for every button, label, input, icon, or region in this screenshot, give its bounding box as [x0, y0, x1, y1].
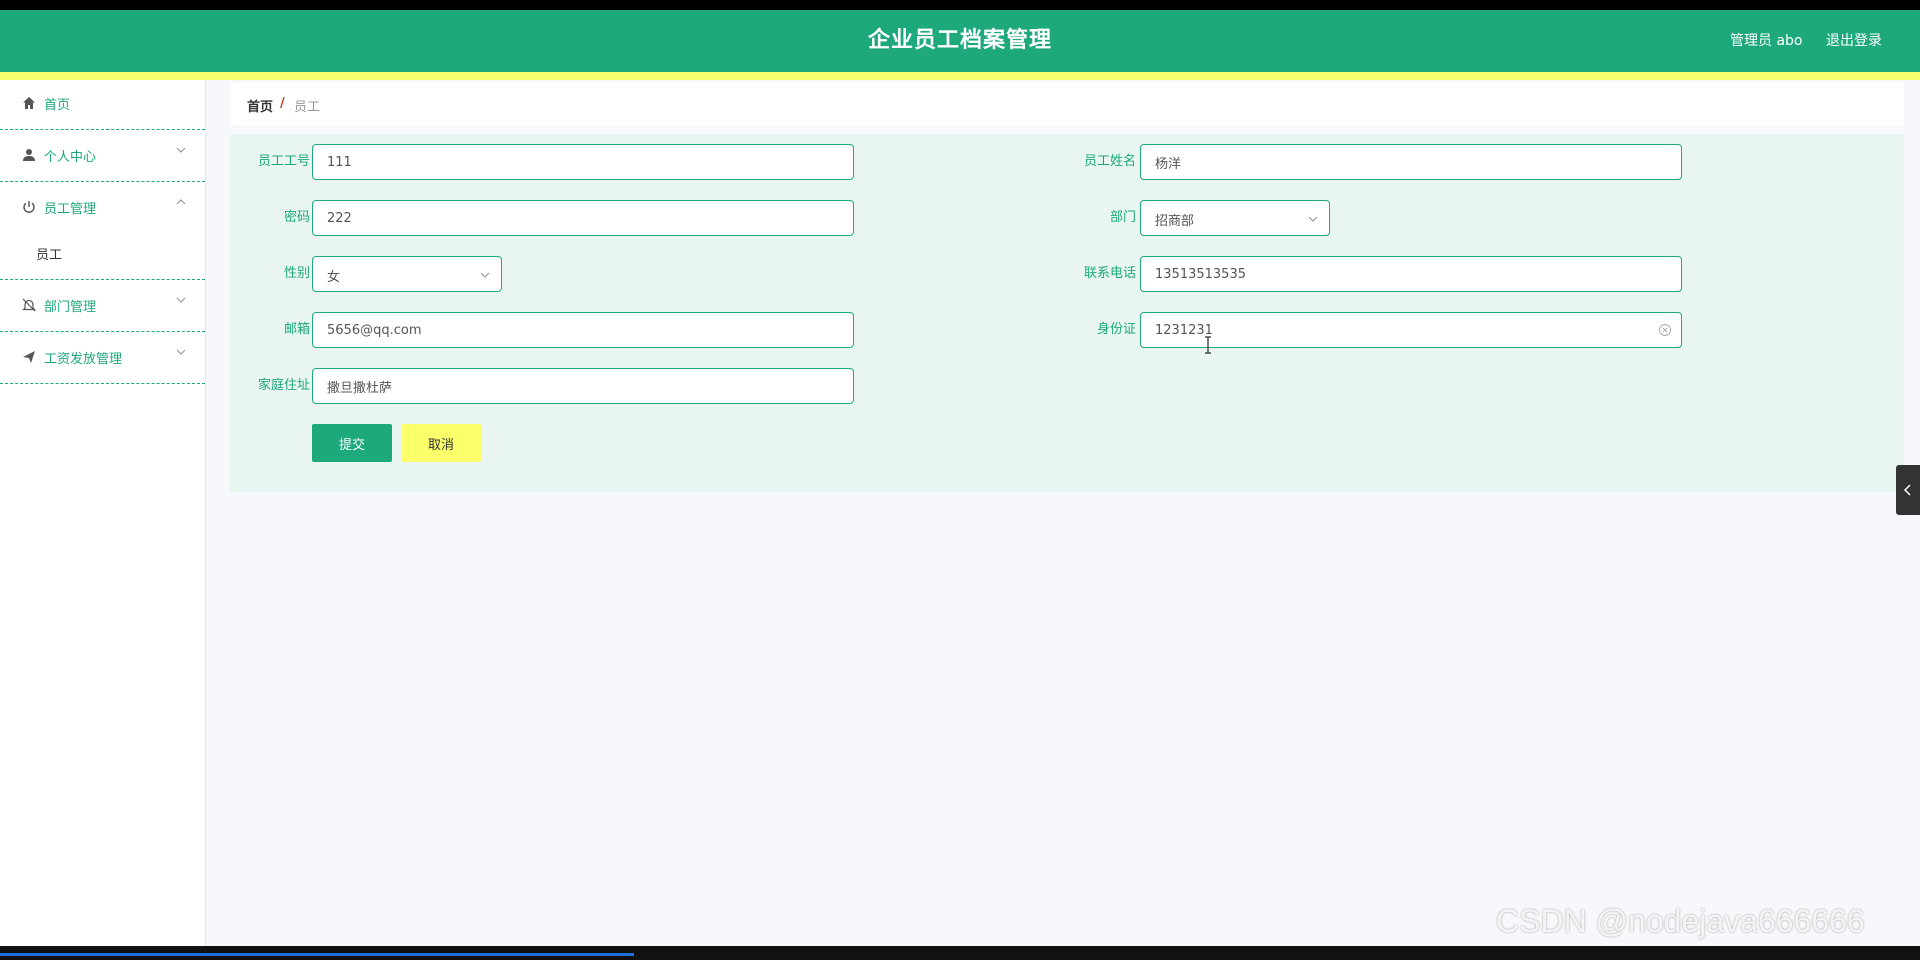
breadcrumb: 首页 / 员工: [230, 82, 1904, 126]
gender-select-value: 女: [327, 270, 341, 285]
sidebar-subitem-label: 员工: [36, 248, 63, 263]
video-progress-bar[interactable]: [0, 953, 634, 956]
logout-link[interactable]: 退出登录: [1826, 10, 1882, 72]
sidebar-item-label: 个人中心: [44, 150, 97, 165]
employee-form: 员工工号 员工姓名 密码 部门 招商部 性别 女 联系电话 邮箱 身份证: [230, 134, 1904, 492]
power-icon: [23, 201, 35, 213]
bell-off-icon: [22, 298, 36, 312]
chevron-left-icon: [1903, 484, 1911, 496]
chevron-up-icon: [176, 199, 186, 205]
password-input[interactable]: [312, 200, 854, 236]
id-card-input[interactable]: [1140, 312, 1682, 348]
address-input[interactable]: [312, 368, 854, 404]
sidebar-item-department-management[interactable]: 部门管理: [0, 280, 205, 332]
chevron-down-icon: [176, 297, 186, 303]
emp-name-input[interactable]: [1140, 144, 1682, 180]
email-label: 邮箱: [283, 322, 310, 337]
chevron-down-icon: [1308, 216, 1318, 222]
department-label: 部门: [1109, 210, 1136, 225]
sidebar-subitem-employee[interactable]: 员工: [0, 234, 205, 280]
app-title: 企业员工档案管理: [867, 28, 1052, 53]
sidebar-item-label: 首页: [44, 98, 71, 113]
user-icon: [23, 149, 35, 161]
breadcrumb-separator: /: [280, 96, 285, 111]
id-card-label: 身份证: [1096, 322, 1136, 337]
phone-label: 联系电话: [1083, 266, 1136, 281]
top-header: 企业员工档案管理 管理员 abo 退出登录: [0, 10, 1920, 72]
department-select-value: 招商部: [1155, 214, 1195, 229]
send-icon: [23, 351, 35, 363]
watermark-text: CSDN @nodejava666666: [1496, 903, 1865, 939]
chevron-down-icon: [176, 349, 186, 355]
email-input[interactable]: [312, 312, 854, 348]
emp-no-input[interactable]: [312, 144, 854, 180]
sidebar-item-home[interactable]: 首页: [0, 80, 205, 130]
sidebar: 首页 个人中心 员工管理 员工 部门管理 工资发放管理: [0, 80, 206, 946]
sidebar-item-label: 员工管理: [44, 202, 97, 217]
sidebar-item-employee-management[interactable]: 员工管理: [0, 182, 205, 234]
header-accent-stripe: [0, 72, 1920, 80]
breadcrumb-home[interactable]: 首页: [247, 96, 273, 115]
department-select[interactable]: 招商部: [1140, 200, 1330, 236]
cancel-button[interactable]: 取消: [401, 424, 481, 462]
emp-no-label: 员工工号: [257, 154, 310, 169]
address-label: 家庭住址: [257, 378, 310, 393]
sidebar-item-salary-management[interactable]: 工资发放管理: [0, 332, 205, 384]
current-user-label: 管理员 abo: [1730, 33, 1803, 49]
sidebar-item-label: 工资发放管理: [44, 352, 123, 367]
password-label: 密码: [283, 210, 310, 225]
home-icon: [23, 97, 35, 109]
clear-input-icon[interactable]: [1658, 323, 1672, 337]
side-panel-toggle[interactable]: [1896, 465, 1920, 515]
sidebar-item-personal-center[interactable]: 个人中心: [0, 130, 205, 182]
text-cursor-icon: [1205, 336, 1211, 354]
app-screen: 企业员工档案管理 管理员 abo 退出登录 首页 个人中心 员工管理 员工 部门…: [0, 10, 1920, 946]
phone-input[interactable]: [1140, 256, 1682, 292]
gender-label: 性别: [283, 266, 310, 281]
sidebar-item-label: 部门管理: [44, 300, 97, 315]
gender-select[interactable]: 女: [312, 256, 502, 292]
submit-button[interactable]: 提交: [312, 424, 392, 462]
chevron-down-icon: [176, 147, 186, 153]
chevron-down-icon: [480, 272, 490, 278]
breadcrumb-current: 员工: [294, 100, 321, 115]
emp-name-label: 员工姓名: [1083, 154, 1136, 169]
